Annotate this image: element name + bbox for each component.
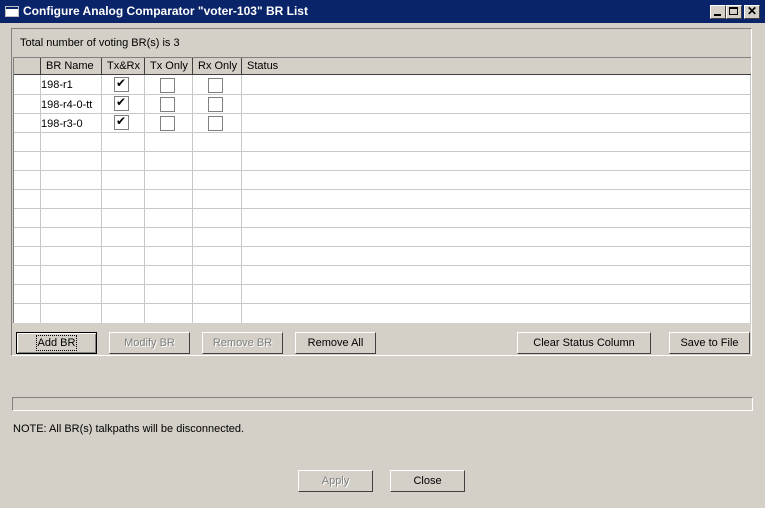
grid-row-line: [14, 189, 751, 190]
voting-br-count-label: Total number of voting BR(s) is 3: [20, 37, 180, 49]
rx-only-checkbox[interactable]: [208, 78, 223, 93]
br-name-cell[interactable]: 198-r4-0-tt: [41, 99, 92, 111]
txrx-checkbox[interactable]: [114, 95, 129, 111]
br-name-cell[interactable]: 198-r1: [41, 79, 73, 91]
column-header-status[interactable]: Status: [242, 58, 751, 75]
progress-bar: [12, 397, 753, 411]
grid-row-line: [14, 227, 751, 228]
minimize-icon[interactable]: [710, 5, 726, 19]
rx-only-checkbox[interactable]: [208, 116, 223, 131]
row-header-corner: [14, 58, 41, 75]
title-bar: Configure Analog Comparator "voter-103" …: [0, 0, 765, 23]
rx-only-checkbox[interactable]: [208, 97, 223, 112]
disconnect-note: NOTE: All BR(s) talkpaths will be discon…: [13, 423, 245, 435]
grid-row-line: [14, 284, 751, 285]
grid-row-line: [14, 132, 751, 133]
remove-br-button[interactable]: Remove BR: [202, 332, 283, 354]
window-title: Configure Analog Comparator "voter-103" …: [23, 4, 308, 18]
grid-row-line: [14, 208, 751, 209]
column-header-rx-only[interactable]: Rx Only: [193, 58, 242, 75]
remove-all-button[interactable]: Remove All: [295, 332, 376, 354]
maximize-icon[interactable]: [726, 5, 742, 19]
add-br-label: Add BR: [35, 335, 78, 351]
grid-row-line: [14, 246, 751, 247]
tx-only-checkbox[interactable]: [160, 78, 175, 93]
apply-button[interactable]: Apply: [298, 470, 373, 492]
txrx-checkbox[interactable]: [114, 114, 129, 130]
close-button[interactable]: Close: [390, 470, 465, 492]
close-icon[interactable]: ✕: [744, 4, 760, 19]
grid-row-line: [14, 151, 751, 152]
save-to-file-button[interactable]: Save to File: [669, 332, 750, 354]
txrx-checkbox[interactable]: [114, 76, 129, 92]
tx-only-checkbox[interactable]: [160, 97, 175, 112]
grid-row-line: [14, 303, 751, 304]
add-br-button[interactable]: Add BR: [16, 332, 97, 354]
column-header-tx-only[interactable]: Tx Only: [145, 58, 193, 75]
app-icon[interactable]: [5, 6, 19, 17]
column-header-txrx[interactable]: Tx&Rx: [102, 58, 145, 75]
br-list-grid[interactable]: BR Name Tx&Rx Tx Only Rx Only Status 198…: [13, 57, 751, 323]
clear-status-column-button[interactable]: Clear Status Column: [517, 332, 651, 354]
column-header-br-name[interactable]: BR Name: [41, 58, 102, 75]
tx-only-checkbox[interactable]: [160, 116, 175, 131]
br-name-cell[interactable]: 198-r3-0: [41, 118, 83, 130]
modify-br-button[interactable]: Modify BR: [109, 332, 190, 354]
grid-row-line: [14, 170, 751, 171]
grid-row-line: [14, 265, 751, 266]
